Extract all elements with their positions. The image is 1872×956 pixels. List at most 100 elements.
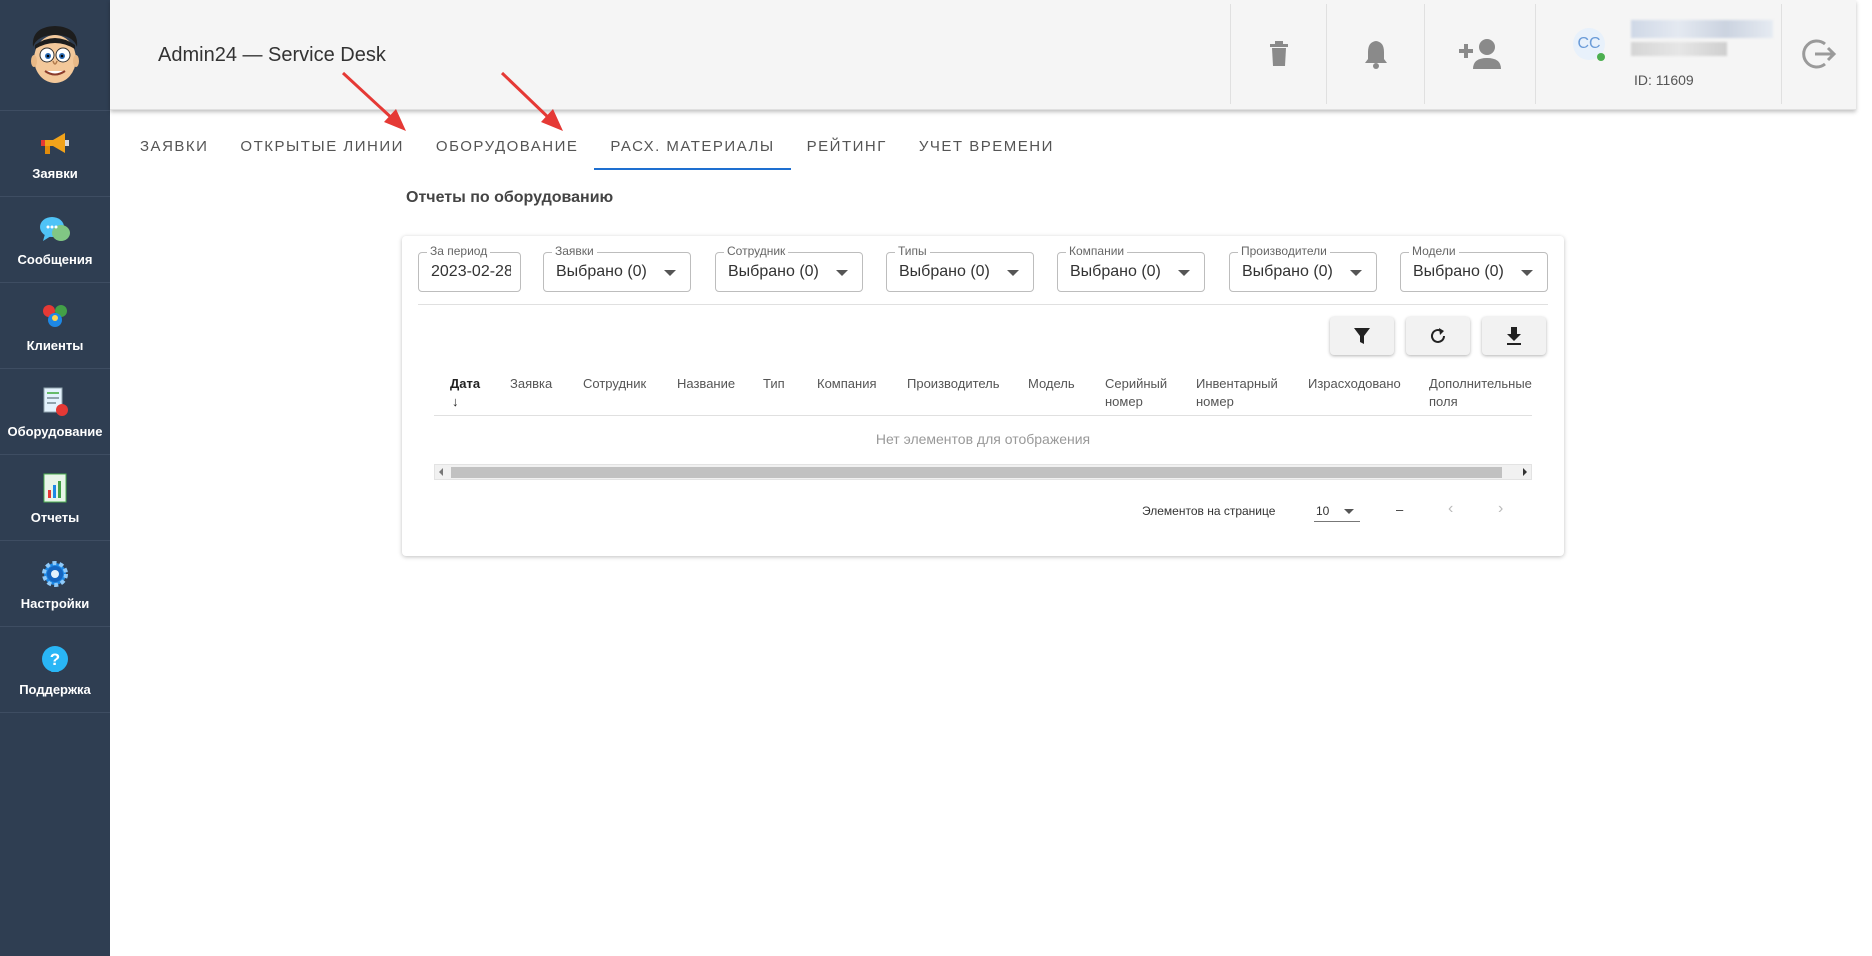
chat-bubbles-icon bbox=[38, 213, 72, 247]
logout-button[interactable] bbox=[1781, 4, 1856, 104]
sidebar-item-clients[interactable]: Клиенты bbox=[0, 283, 110, 369]
download-button[interactable] bbox=[1482, 317, 1546, 355]
sidebar-item-requests[interactable]: Заявки bbox=[0, 111, 110, 197]
models-label: Модели bbox=[1409, 244, 1459, 258]
chevron-down-icon bbox=[836, 270, 848, 276]
column-header-name[interactable]: Название bbox=[677, 375, 735, 393]
column-header-type[interactable]: Тип bbox=[763, 375, 785, 393]
sidebar-item-label: Настройки bbox=[20, 595, 90, 611]
column-header-consumed[interactable]: Израсходовано bbox=[1308, 375, 1401, 393]
logo[interactable] bbox=[0, 0, 110, 111]
employee-value: Выбрано (0) bbox=[728, 263, 819, 280]
clients-icon bbox=[38, 299, 72, 333]
sidebar-item-equipment[interactable]: Оборудование bbox=[0, 369, 110, 455]
column-header-company[interactable]: Компания bbox=[817, 375, 877, 393]
column-header-manufacturer[interactable]: Производитель bbox=[907, 375, 1000, 393]
manufacturers-select[interactable]: Производители Выбрано (0) bbox=[1229, 244, 1377, 292]
refresh-icon bbox=[1431, 328, 1445, 343]
column-header-label: Компания bbox=[817, 376, 877, 391]
types-label: Типы bbox=[895, 244, 930, 258]
sidebar: Заявки Сообщения Клиенты Оборудование От… bbox=[0, 0, 110, 956]
chevron-down-icon bbox=[664, 270, 676, 276]
report-chart-icon bbox=[38, 471, 72, 505]
sidebar-item-label: Отчеты bbox=[30, 509, 80, 525]
sidebar-item-label: Клиенты bbox=[26, 337, 84, 353]
chevron-down-icon bbox=[1350, 270, 1362, 276]
scroll-right-arrow-icon[interactable] bbox=[1523, 468, 1527, 476]
tab-rating[interactable]: РЕЙТИНГ bbox=[791, 128, 903, 170]
requests-value: Выбрано (0) bbox=[556, 263, 647, 280]
types-select[interactable]: Типы Выбрано (0) bbox=[886, 244, 1034, 292]
tab-requests[interactable]: ЗАЯВКИ bbox=[124, 128, 224, 170]
previous-page-icon[interactable]: ‹ bbox=[1448, 500, 1453, 518]
period-value: 2023-02-28 bbox=[431, 263, 511, 280]
report-tabs: ЗАЯВКИ ОТКРЫТЫЕ ЛИНИИ ОБОРУДОВАНИЕ РАСХ.… bbox=[124, 128, 1070, 170]
refresh-button[interactable] bbox=[1406, 317, 1470, 355]
employee-select[interactable]: Сотрудник Выбрано (0) bbox=[715, 244, 863, 292]
items-per-page-value: 10 bbox=[1316, 504, 1330, 518]
user-role-redacted bbox=[1631, 42, 1727, 56]
employee-label: Сотрудник bbox=[724, 244, 789, 258]
notifications-button[interactable] bbox=[1326, 4, 1424, 104]
sidebar-item-settings[interactable]: Настройки bbox=[0, 541, 110, 627]
sidebar-item-messages[interactable]: Сообщения bbox=[0, 197, 110, 283]
models-select[interactable]: Модели Выбрано (0) bbox=[1400, 244, 1548, 292]
trash-button[interactable] bbox=[1230, 4, 1326, 104]
empty-table-message: Нет элементов для отображения bbox=[875, 431, 1091, 447]
requests-select[interactable]: Заявки Выбрано (0) bbox=[543, 244, 691, 292]
tab-consumables[interactable]: РАСХ. МАТЕРИАЛЫ bbox=[594, 128, 791, 170]
column-header-label-line2: номер bbox=[1105, 394, 1143, 409]
companies-value: Выбрано (0) bbox=[1070, 263, 1161, 280]
column-header-label-line2: поля bbox=[1429, 394, 1458, 409]
column-header-extra-fields[interactable]: Дополнительные поля bbox=[1429, 375, 1532, 411]
user-id: ID: 11609 bbox=[1634, 72, 1694, 88]
table-header-divider bbox=[434, 415, 1532, 416]
column-header-inventory-number[interactable]: Инвентарный номер bbox=[1196, 375, 1278, 411]
report-card: За период 2023-02-28 Заявки Выбрано (0) … bbox=[402, 236, 1564, 556]
models-value: Выбрано (0) bbox=[1413, 263, 1504, 280]
column-header-label: Серийный bbox=[1105, 376, 1168, 391]
items-per-page-select[interactable]: 10 bbox=[1314, 500, 1360, 522]
sidebar-item-label: Поддержка bbox=[19, 681, 91, 697]
column-header-label: Тип bbox=[763, 376, 785, 391]
next-page-icon[interactable]: › bbox=[1498, 500, 1503, 518]
svg-text:?: ? bbox=[50, 650, 60, 669]
column-header-label: Израсходовано bbox=[1308, 376, 1401, 391]
download-icon bbox=[1507, 327, 1521, 345]
sort-arrow-down-icon: ↓ bbox=[452, 394, 459, 409]
tab-open-lines[interactable]: ОТКРЫТЫЕ ЛИНИИ bbox=[224, 128, 420, 170]
help-icon: ? bbox=[38, 643, 72, 677]
logout-icon bbox=[1802, 39, 1837, 69]
column-header-employee[interactable]: Сотрудник bbox=[583, 375, 646, 393]
user-profile[interactable]: CC ID: 11609 bbox=[1535, 4, 1781, 104]
add-user-button[interactable] bbox=[1424, 4, 1535, 104]
column-header-label: Заявка bbox=[510, 376, 553, 391]
filter-icon bbox=[1354, 328, 1370, 344]
chevron-down-icon bbox=[1521, 270, 1533, 276]
column-header-label: Дополнительные bbox=[1429, 376, 1532, 391]
column-header-serial-number[interactable]: Серийный номер bbox=[1105, 375, 1167, 411]
column-header-model[interactable]: Модель bbox=[1028, 375, 1075, 393]
period-label: За период bbox=[427, 244, 491, 258]
column-header-label-line2: номер bbox=[1196, 394, 1234, 409]
requests-label: Заявки bbox=[552, 244, 597, 258]
period-field[interactable]: За период 2023-02-28 bbox=[418, 244, 521, 292]
filter-button[interactable] bbox=[1330, 317, 1394, 355]
column-header-label: Инвентарный bbox=[1196, 376, 1278, 391]
sidebar-item-label: Оборудование bbox=[7, 423, 103, 439]
trash-icon bbox=[1269, 41, 1288, 66]
chevron-down-icon bbox=[1007, 270, 1019, 276]
horizontal-scrollbar[interactable] bbox=[434, 464, 1532, 480]
companies-select[interactable]: Компании Выбрано (0) bbox=[1057, 244, 1205, 292]
sidebar-item-reports[interactable]: Отчеты bbox=[0, 455, 110, 541]
scroll-left-arrow-icon[interactable] bbox=[439, 468, 443, 476]
manufacturers-value: Выбрано (0) bbox=[1242, 263, 1333, 280]
scrollbar-thumb[interactable] bbox=[451, 467, 1502, 478]
tab-equipment[interactable]: ОБОРУДОВАНИЕ bbox=[420, 128, 595, 170]
chevron-down-icon bbox=[1344, 509, 1354, 514]
equipment-icon bbox=[38, 385, 72, 419]
tab-time-tracking[interactable]: УЧЕТ ВРЕМЕНИ bbox=[903, 128, 1070, 170]
column-header-request[interactable]: Заявка bbox=[510, 375, 552, 393]
column-header-date[interactable]: Дата ↓ bbox=[450, 375, 480, 411]
sidebar-item-support[interactable]: ? Поддержка bbox=[0, 627, 110, 713]
